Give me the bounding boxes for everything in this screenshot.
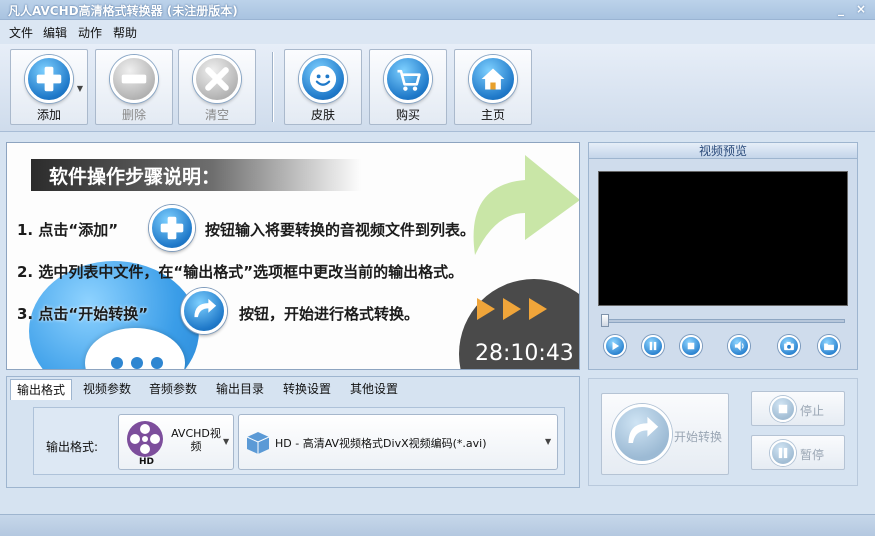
add-button[interactable]: ▼ 添加 <box>10 49 88 125</box>
minimize-button[interactable]: _ <box>832 1 850 17</box>
home-button[interactable]: 主页 <box>454 49 532 125</box>
minus-icon <box>110 55 158 103</box>
instruction-banner: 软件操作步骤说明： 28:10:43 1. 点击“添加” 按钮输入将要转换的音视… <box>6 142 580 370</box>
stop-playback-button[interactable] <box>680 335 702 357</box>
cart-icon <box>384 55 432 103</box>
settings-tabs-panel: 输出格式 视频参数 音频参数 输出目录 转换设置 其他设置 输出格式: HD A… <box>6 376 580 488</box>
plus-icon <box>25 55 73 103</box>
stop-icon <box>687 342 695 350</box>
play-button[interactable] <box>604 335 626 357</box>
menu-action[interactable]: 动作 <box>78 24 102 41</box>
skin-button[interactable]: 皮肤 <box>284 49 362 125</box>
menu-edit[interactable]: 编辑 <box>43 24 67 41</box>
video-cube-icon <box>246 432 270 454</box>
tab-video-params[interactable]: 视频参数 <box>77 379 137 400</box>
chevron-decoration <box>529 298 547 320</box>
video-preview-panel: 视频预览 <box>588 142 858 370</box>
action-panel: 开始转换 停止 暂停 <box>588 378 858 486</box>
window-title: 凡人AVCHD高清格式转换器 (未注册版本) <box>8 4 238 18</box>
toolbar: ▼ 添加 删除 清空 皮肤 购买 主页 <box>0 44 875 132</box>
folder-icon <box>824 343 834 351</box>
step3-text-b: 按钮，开始进行格式转换。 <box>239 305 420 323</box>
plus-icon <box>149 205 195 251</box>
banner-heading: 软件操作步骤说明： <box>49 166 221 188</box>
convert-arrow-icon <box>181 288 227 334</box>
output-format-section: 输出格式: HD AVCHD视 频 ▼ HD - 高清AV视频格式DivX视频编… <box>33 407 565 475</box>
pause-playback-button[interactable] <box>642 335 664 357</box>
close-button[interactable]: × <box>852 1 870 17</box>
buy-button[interactable]: 购买 <box>369 49 447 125</box>
tab-output-dir[interactable]: 输出目录 <box>210 379 270 400</box>
bubble-dot <box>131 357 143 369</box>
hd-badge: HD <box>139 457 155 467</box>
speaker-icon <box>734 341 744 351</box>
step1-text-b: 按钮输入将要转换的音视频文件到列表。 <box>205 221 476 239</box>
chevron-decoration <box>503 298 521 320</box>
format-category-text: AVCHD视 频 <box>171 427 221 453</box>
tab-convert-settings[interactable]: 转换设置 <box>277 379 337 400</box>
format-category-select[interactable]: HD AVCHD视 频 ▼ <box>118 414 234 470</box>
seek-bar[interactable] <box>603 319 845 323</box>
tab-audio-params[interactable]: 音频参数 <box>143 379 203 400</box>
buy-label: 购买 <box>395 108 420 122</box>
menu-bar: 文件 编辑 动作 帮助 <box>0 20 875 44</box>
bubble-dot <box>151 357 163 369</box>
pause-icon <box>649 341 657 351</box>
open-folder-button[interactable] <box>818 335 840 357</box>
step3-text-a: 3. 点击“开始转换” <box>17 305 149 323</box>
arrow-decoration-icon <box>473 155 579 255</box>
volume-button[interactable] <box>728 335 750 357</box>
toolbar-separator <box>272 52 274 122</box>
chevron-down-icon[interactable]: ▼ <box>77 84 83 93</box>
chevron-down-icon: ▼ <box>223 437 230 446</box>
x-icon <box>193 55 241 103</box>
output-format-label: 输出格式: <box>46 440 99 454</box>
start-convert-button[interactable]: 开始转换 <box>601 393 729 475</box>
home-icon <box>469 55 517 103</box>
add-label: 添加 <box>36 108 61 122</box>
clear-button[interactable]: 清空 <box>178 49 256 125</box>
chevron-down-icon: ▼ <box>545 437 552 446</box>
menu-help[interactable]: 帮助 <box>113 24 137 41</box>
stop-icon <box>770 396 796 422</box>
chevron-decoration <box>477 298 495 320</box>
clear-label: 清空 <box>204 108 229 122</box>
seek-handle[interactable] <box>601 314 609 327</box>
menu-file[interactable]: 文件 <box>9 24 33 41</box>
film-reel-icon <box>127 421 163 457</box>
status-bar <box>0 514 875 536</box>
home-label: 主页 <box>480 108 505 122</box>
output-format-select[interactable]: HD - 高清AV视频格式DivX视频编码(*.avi) ▼ <box>238 414 558 470</box>
play-icon <box>612 341 620 351</box>
preview-title: 视频预览 <box>589 143 857 159</box>
skin-label: 皮肤 <box>310 108 335 122</box>
camera-icon <box>784 341 794 351</box>
pause-label: 暂停 <box>800 448 825 462</box>
pause-button[interactable]: 暂停 <box>751 435 845 470</box>
smiley-icon <box>299 55 347 103</box>
timer-readout: 28:10:43 <box>475 341 574 366</box>
output-format-text: HD - 高清AV视频格式DivX视频编码(*.avi) <box>275 437 487 450</box>
snapshot-button[interactable] <box>778 335 800 357</box>
stop-label: 停止 <box>800 404 825 418</box>
video-screen <box>598 171 848 306</box>
delete-button[interactable]: 删除 <box>95 49 173 125</box>
delete-label: 删除 <box>121 108 146 122</box>
tab-other-settings[interactable]: 其他设置 <box>344 379 404 400</box>
stop-button[interactable]: 停止 <box>751 391 845 426</box>
tab-output-format[interactable]: 输出格式 <box>10 379 73 400</box>
pause-icon <box>770 440 796 466</box>
convert-arrow-icon <box>612 404 672 464</box>
title-bar: 凡人AVCHD高清格式转换器 (未注册版本) _ × <box>0 0 875 20</box>
step1-text-a: 1. 点击“添加” <box>17 221 119 239</box>
start-convert-label: 开始转换 <box>674 430 723 444</box>
bubble-dot <box>111 357 123 369</box>
step2-text: 2. 选中列表中文件，在“输出格式”选项框中更改当前的输出格式。 <box>17 263 464 281</box>
